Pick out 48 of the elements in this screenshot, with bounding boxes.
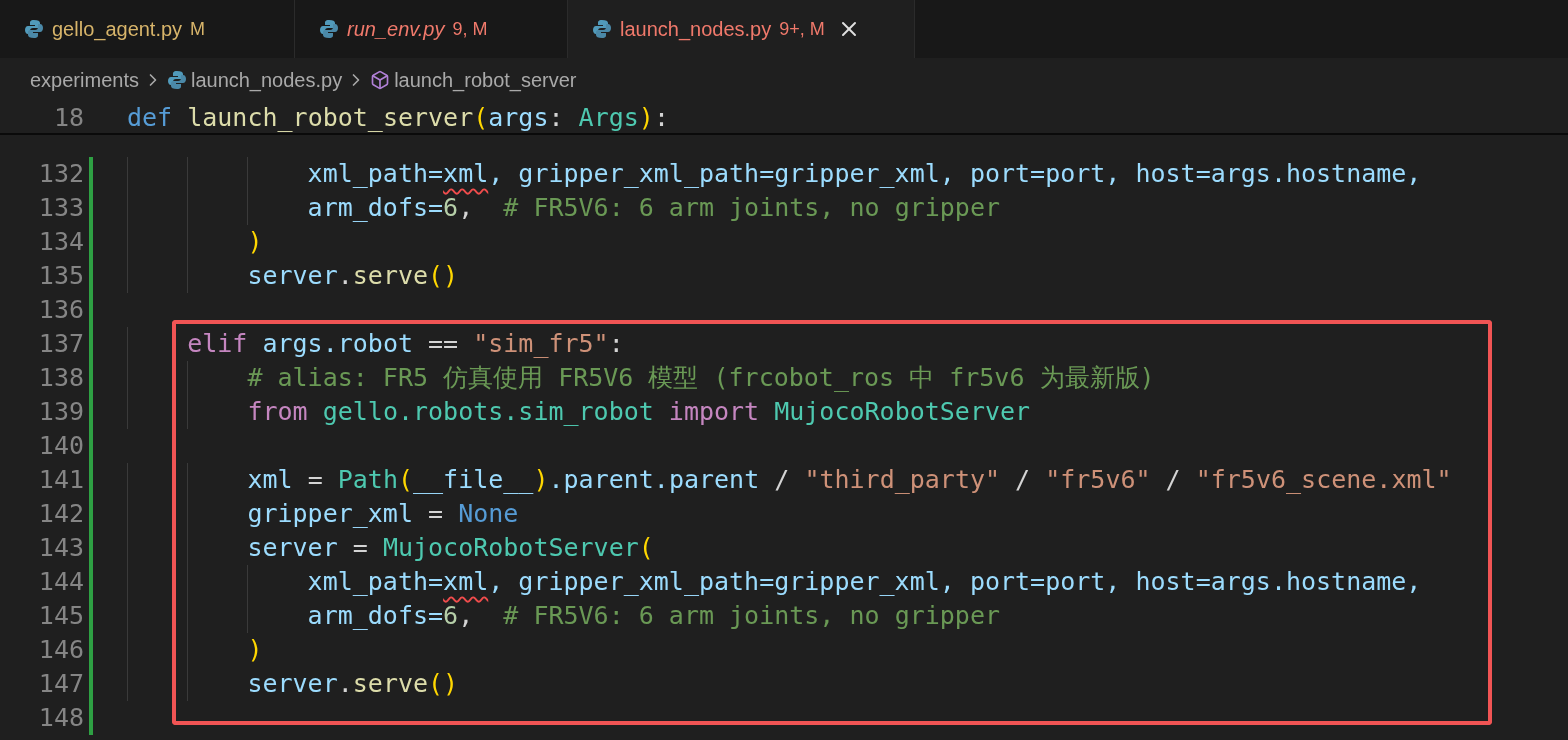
code-line: # alias: FR5 仿真使用 FR5V6 模型 (frcobot_ros 中 fr5v6 为最新版) — [246, 362, 1155, 395]
line-number: 143 — [37, 532, 84, 565]
code-line: def launch_robot_server(args: Args): — [127, 102, 669, 134]
file-type-icon — [24, 19, 44, 39]
code-line: server.serve() — [246, 668, 459, 701]
tab-status-label: M — [190, 17, 206, 41]
line-number: 132 — [37, 158, 84, 191]
tab-title: launch_nodes.py — [620, 17, 772, 43]
code-line: xml_path=xml, gripper_xml_path=gripper_xml, port=port, host=args.hostname, — [306, 566, 1422, 599]
line-number: 144 — [37, 566, 84, 599]
code-line: elif args.robot == "sim_fr5": — [186, 328, 624, 361]
code-line: ) — [246, 226, 263, 259]
line-number: 133 — [37, 192, 84, 225]
file-type-icon — [592, 19, 612, 39]
code-line: arm_dofs=6, # FR5V6: 6 arm joints, no gripper — [306, 600, 1000, 633]
code-line: gripper_xml = None — [246, 498, 519, 531]
line-number: 146 — [37, 634, 84, 667]
file-type-icon — [319, 19, 339, 39]
code-line: xml_path=xml, gripper_xml_path=gripper_xml, port=port, host=args.hostname, — [306, 158, 1422, 191]
cube-icon — [370, 70, 391, 90]
line-number: 140 — [37, 430, 84, 463]
line-number: 145 — [37, 600, 84, 633]
code-line: server.serve() — [246, 260, 459, 293]
file-type-icon — [166, 70, 187, 90]
code-line: from gello.robots.sim_robot import MujocoRobotServer — [246, 396, 1031, 429]
tab-status-label: 9, M — [452, 17, 488, 41]
line-number: 135 — [37, 260, 84, 293]
line-number: 18 — [52, 102, 84, 134]
code-line: xml = Path(__file__).parent.parent / "third_party" / "fr5v6" / "fr5v6_scene.xml" — [246, 464, 1452, 497]
tab-title: run_env.py — [347, 17, 445, 42]
line-number: 142 — [37, 498, 84, 531]
line-number: 141 — [37, 464, 84, 497]
breadcrumb-item[interactable]: experiments — [30, 65, 139, 95]
line-number: 147 — [37, 668, 84, 701]
tab-title: gello_agent.py — [52, 17, 183, 43]
code-line: server = MujocoRobotServer( — [246, 532, 654, 565]
breadcrumb-item[interactable]: launch_nodes.py — [190, 65, 343, 95]
line-number: 139 — [37, 396, 84, 429]
line-number: 148 — [37, 702, 84, 735]
editor-tab[interactable]: launch_nodes.py 9+, M — [568, 0, 915, 58]
breadcrumb-item[interactable]: launch_robot_server — [394, 65, 577, 95]
line-number: 137 — [37, 328, 84, 361]
code-line: ) — [246, 634, 263, 667]
code-line: arm_dofs=6, # FR5V6: 6 arm joints, no gripper — [306, 192, 1000, 225]
line-number: 136 — [37, 294, 84, 327]
line-number: 138 — [37, 362, 84, 395]
tab-status-label: 9+, M — [779, 17, 825, 41]
line-number: 134 — [37, 226, 84, 259]
